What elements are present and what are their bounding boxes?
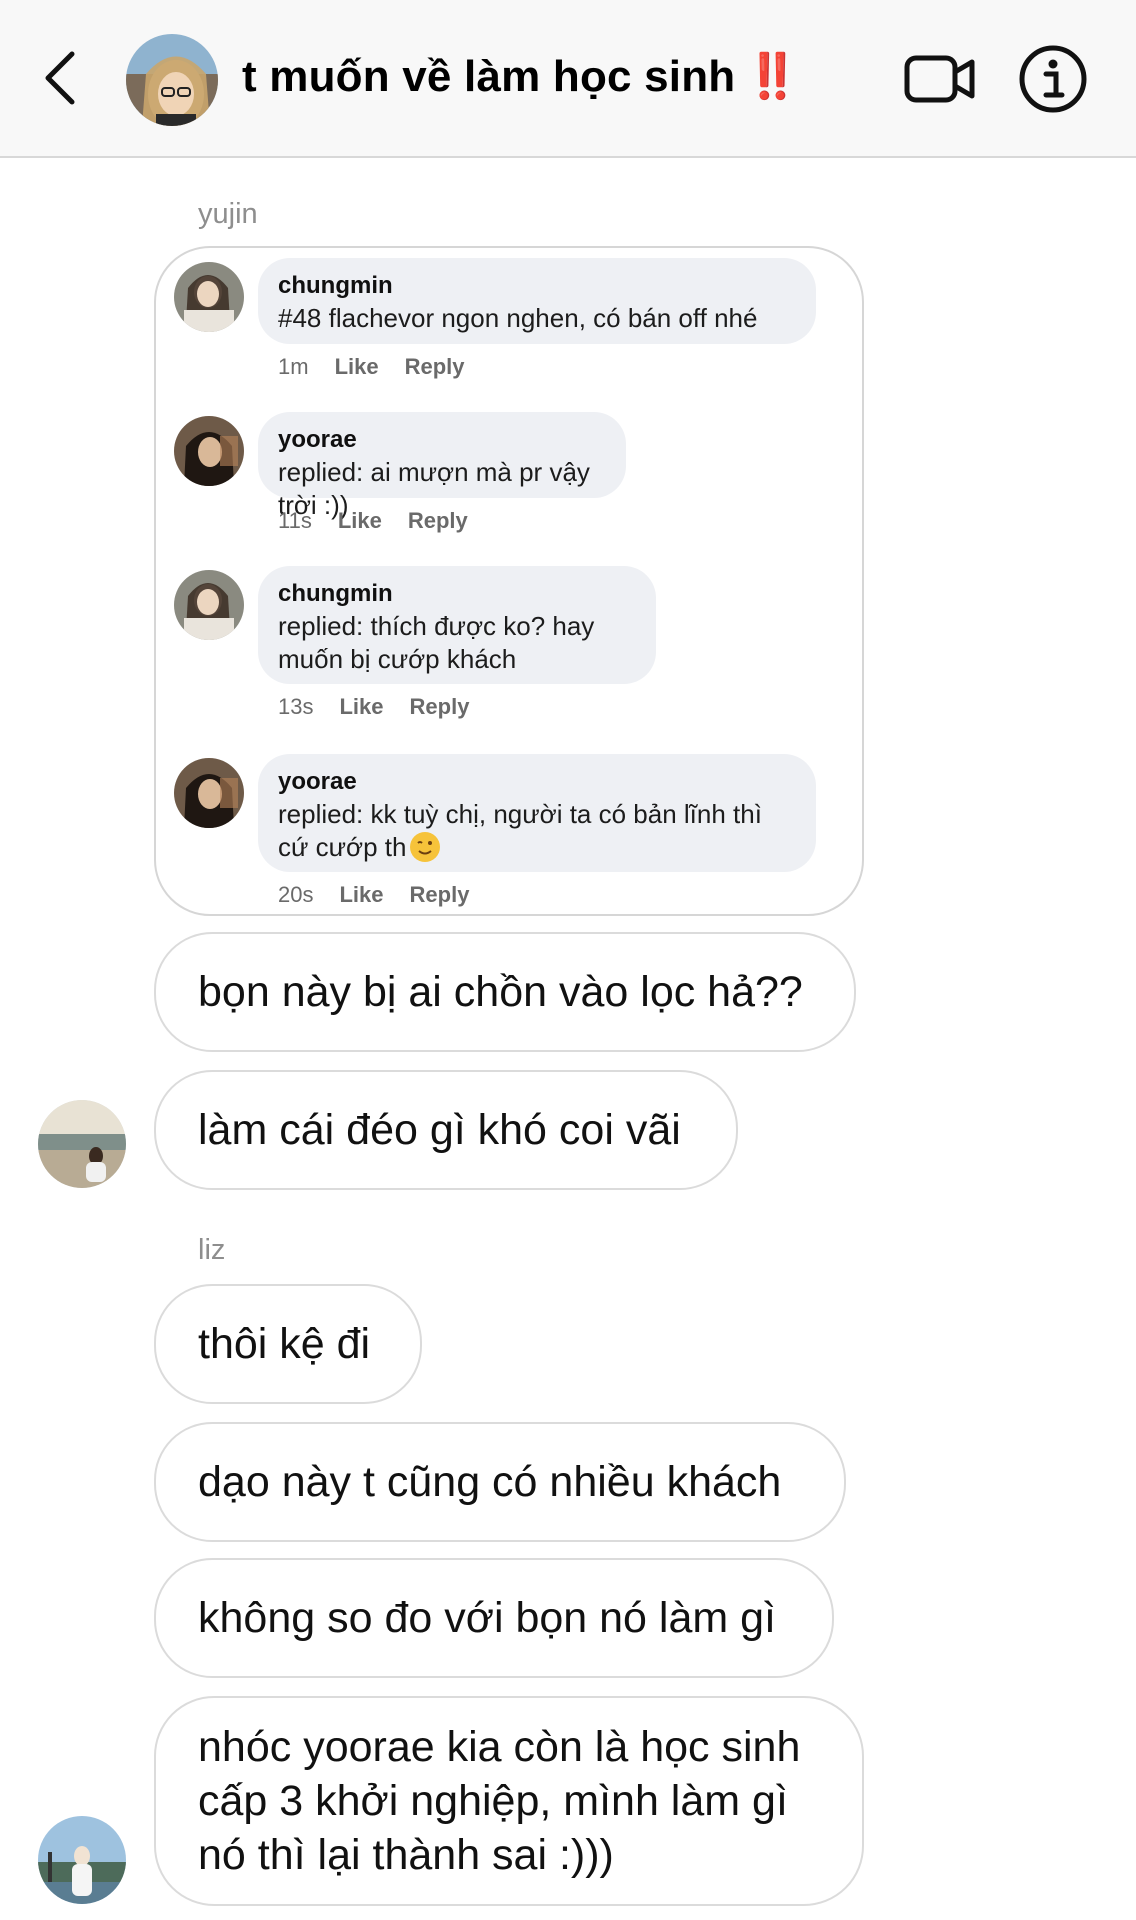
message-text: không so đo với bọn nó làm gì bbox=[198, 1593, 777, 1642]
comment-author: chungmin bbox=[278, 272, 393, 299]
message-bubble[interactable]: bọn này bị ai chồn vào lọc hả?? bbox=[154, 932, 856, 1052]
comment-author: chungmin bbox=[278, 580, 393, 607]
comment-meta: 1m Like Reply bbox=[278, 354, 491, 380]
commenter-avatar bbox=[174, 262, 244, 332]
winking-face-icon bbox=[410, 832, 441, 862]
sender-name: liz bbox=[198, 1234, 226, 1266]
commenter-avatar bbox=[174, 570, 244, 640]
comment-like: Like bbox=[339, 694, 384, 719]
message-text: nhóc yoorae kia còn là học sinh cấp 3 kh… bbox=[198, 1723, 801, 1879]
message-text: dạo này t cũng có nhiều khách bbox=[198, 1457, 782, 1506]
shared-comments-screenshot[interactable]: chungmin #48 flachevor ngon nghen, có bá… bbox=[154, 246, 864, 916]
video-call-icon[interactable] bbox=[904, 54, 976, 104]
group-avatar[interactable] bbox=[126, 34, 218, 126]
comment-text: replied: kk tuỳ chị, người ta có bản lĩn… bbox=[278, 799, 762, 862]
comment-meta: 13s Like Reply bbox=[278, 694, 495, 720]
comment-meta: 11s Like Reply bbox=[278, 508, 494, 534]
sender-name: yujin bbox=[198, 198, 258, 230]
comment-bubble: chungmin #48 flachevor ngon nghen, có bá… bbox=[258, 258, 816, 344]
comment-text: replied: thích được ko? hay muốn bị cướp… bbox=[278, 611, 595, 674]
comment-reply: Reply bbox=[409, 882, 470, 907]
back-arrow-icon[interactable] bbox=[40, 48, 80, 108]
comment-time: 1m bbox=[278, 354, 309, 379]
comment-like: Like bbox=[334, 354, 379, 379]
info-icon[interactable] bbox=[1018, 44, 1088, 114]
comment-time: 13s bbox=[278, 694, 314, 719]
comment-like: Like bbox=[337, 508, 382, 533]
sender-avatar[interactable] bbox=[38, 1816, 126, 1904]
chat-header: t muốn về làm học sinh ‼️ bbox=[0, 0, 1136, 158]
comment-reply: Reply bbox=[404, 354, 465, 379]
message-text: bọn này bị ai chồn vào lọc hả?? bbox=[198, 967, 803, 1016]
message-bubble[interactable]: thôi kệ đi bbox=[154, 1284, 422, 1404]
message-bubble[interactable]: dạo này t cũng có nhiều khách bbox=[154, 1422, 846, 1542]
comment-text-wrap: replied: kk tuỳ chị, người ta có bản lĩn… bbox=[278, 798, 796, 864]
chat-title-text: t muốn về làm học sinh bbox=[242, 52, 736, 101]
message-bubble[interactable]: nhóc yoorae kia còn là học sinh cấp 3 kh… bbox=[154, 1696, 864, 1906]
commenter-avatar bbox=[174, 758, 244, 828]
comment-time: 20s bbox=[278, 882, 314, 907]
message-text: thôi kệ đi bbox=[198, 1319, 371, 1368]
comment-bubble: yoorae replied: kk tuỳ chị, người ta có … bbox=[258, 754, 816, 872]
sender-avatar[interactable] bbox=[38, 1100, 126, 1188]
comment-time: 11s bbox=[278, 508, 312, 533]
comment-meta: 20s Like Reply bbox=[278, 882, 495, 908]
message-text: làm cái đéo gì khó coi vãi bbox=[198, 1105, 681, 1154]
comment-like: Like bbox=[339, 882, 384, 907]
comment-text: #48 flachevor ngon nghen, có bán off nhé bbox=[278, 303, 758, 333]
comment-author: yoorae bbox=[278, 426, 357, 453]
comment-author: yoorae bbox=[278, 768, 357, 795]
comment-reply: Reply bbox=[407, 508, 468, 533]
double-exclamation-icon: ‼️ bbox=[745, 52, 801, 101]
commenter-avatar bbox=[174, 416, 244, 486]
comment-bubble: yoorae replied: ai mượn mà pr vậy trời :… bbox=[258, 412, 626, 520]
comment-reply: Reply bbox=[409, 694, 470, 719]
message-bubble[interactable]: làm cái đéo gì khó coi vãi bbox=[154, 1070, 738, 1190]
message-bubble[interactable]: không so đo với bọn nó làm gì bbox=[154, 1558, 834, 1678]
chat-title[interactable]: t muốn về làm học sinh ‼️ bbox=[242, 50, 800, 102]
comment-bubble: chungmin replied: thích được ko? hay muố… bbox=[258, 566, 656, 684]
